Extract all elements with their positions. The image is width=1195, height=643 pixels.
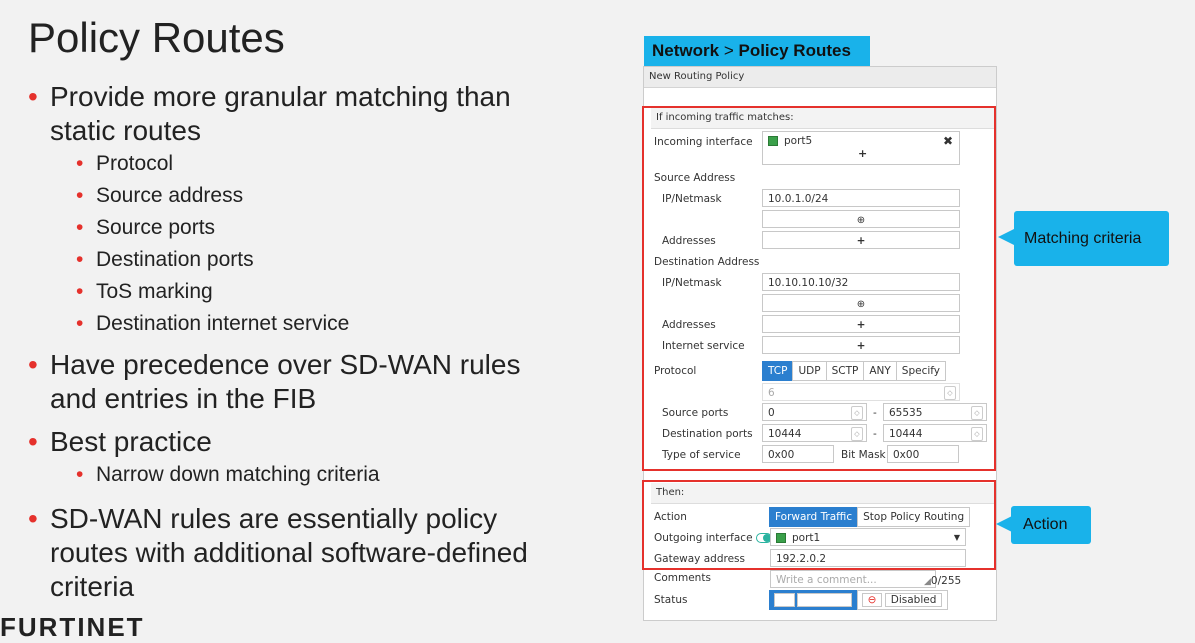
- callout-pointer: [998, 229, 1014, 245]
- status-disabled[interactable]: ⊖ Disabled: [856, 590, 949, 610]
- status-disabled-label: Disabled: [884, 593, 943, 607]
- status-enabled[interactable]: ✔ Enabled: [769, 590, 858, 610]
- sub-bullet: ToS marking: [28, 276, 568, 308]
- status-enabled-label: Enabled: [797, 593, 852, 607]
- sub-bullet: Narrow down matching criteria: [28, 459, 568, 491]
- bullet-4: SD-WAN rules are essentially policy rout…: [28, 502, 548, 604]
- resize-icon: ◢: [924, 577, 931, 587]
- action-highlight: [642, 480, 996, 570]
- dialog-title: New Routing Policy: [644, 67, 996, 88]
- slide-title: Policy Routes: [28, 14, 285, 61]
- matching-criteria-highlight: [642, 106, 996, 471]
- comments-label: Comments: [654, 572, 711, 584]
- bullet-1: Provide more granular matching than stat…: [28, 80, 568, 148]
- bullet-list: Provide more granular matching than stat…: [28, 80, 568, 340]
- sub-bullet: Source ports: [28, 212, 568, 244]
- minus-circle-icon: ⊖: [861, 593, 883, 607]
- sub-bullet: Protocol: [28, 148, 568, 180]
- status-label: Status: [654, 594, 688, 606]
- bullet-list-2: Have precedence over SD-WAN rules and en…: [28, 348, 568, 416]
- comments-input[interactable]: Write a comment...: [770, 570, 936, 588]
- sub-bullet: Destination ports: [28, 244, 568, 276]
- fortinet-logo: FURTINET: [0, 612, 145, 642]
- bullet-list-4: SD-WAN rules are essentially policy rout…: [28, 502, 548, 604]
- bullet-list-3: Best practice Narrow down matching crite…: [28, 425, 568, 491]
- action-callout: Action: [1011, 506, 1091, 544]
- bullet-2: Have precedence over SD-WAN rules and en…: [28, 348, 568, 416]
- status-selector: ✔ Enabled ⊖ Disabled: [769, 590, 949, 610]
- comments-counter: ◢0/255: [924, 575, 961, 587]
- sub-bullet: Destination internet service: [28, 308, 568, 340]
- sub-bullet: Source address: [28, 180, 568, 212]
- breadcrumb-separator: >: [723, 41, 734, 60]
- bullet-3: Best practice: [28, 425, 568, 459]
- breadcrumb-network: Network: [652, 41, 720, 60]
- check-circle-icon: ✔: [774, 593, 795, 607]
- callout-pointer: [996, 516, 1012, 532]
- breadcrumb-policy-routes: Policy Routes: [738, 41, 851, 60]
- matching-criteria-callout: Matching criteria: [1014, 211, 1169, 266]
- breadcrumb: Network > Policy Routes: [644, 36, 870, 66]
- comments-counter-value: 0/255: [930, 575, 962, 587]
